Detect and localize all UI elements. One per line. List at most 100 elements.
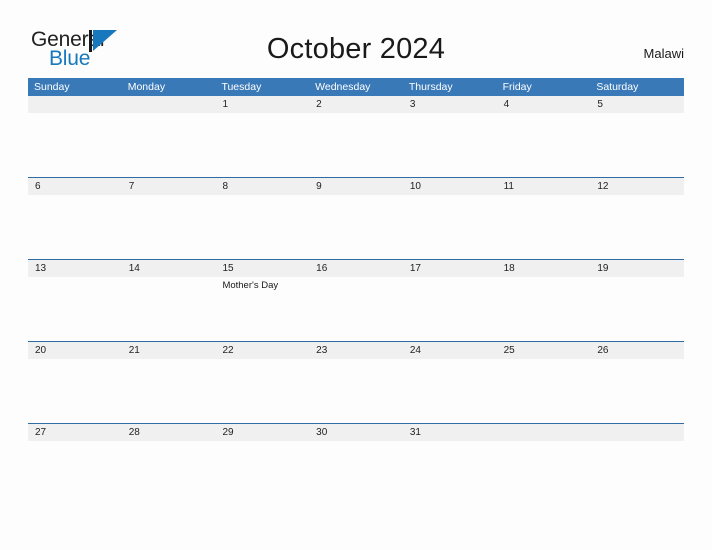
day-event-label: Mother's Day	[222, 280, 279, 291]
week-date-strip: 13 14 15 16 17 18 19	[28, 260, 684, 277]
day-number[interactable]: 5	[590, 96, 684, 113]
day-number[interactable]: 28	[122, 424, 216, 441]
calendar-grid: Sunday Monday Tuesday Wednesday Thursday…	[28, 78, 684, 505]
day-cell[interactable]	[309, 277, 403, 341]
calendar-page: General Blue October 2024 Malawi Sunday …	[0, 0, 712, 550]
day-number[interactable]: 13	[28, 260, 122, 277]
day-cell[interactable]	[497, 113, 591, 177]
day-number[interactable]: 18	[497, 260, 591, 277]
day-number[interactable]: 29	[215, 424, 309, 441]
day-cell[interactable]	[403, 113, 497, 177]
day-cell[interactable]	[403, 441, 497, 505]
day-cell[interactable]	[403, 195, 497, 259]
day-cell[interactable]	[28, 441, 122, 505]
day-cell[interactable]	[28, 359, 122, 423]
week-event-strip	[28, 441, 684, 505]
day-cell[interactable]	[497, 359, 591, 423]
day-cell[interactable]	[403, 359, 497, 423]
day-number[interactable]: 27	[28, 424, 122, 441]
day-number[interactable]: 15	[215, 260, 309, 277]
day-cell[interactable]	[215, 195, 309, 259]
weekday-header-sunday: Sunday	[34, 81, 70, 93]
day-number[interactable]: 2	[309, 96, 403, 113]
day-number-empty	[122, 96, 216, 113]
day-cell[interactable]	[122, 113, 216, 177]
day-cell[interactable]	[309, 113, 403, 177]
day-cell[interactable]	[309, 441, 403, 505]
day-number[interactable]: 6	[28, 178, 122, 195]
calendar-week-row: 6 7 8 9 10 11 12	[28, 177, 684, 259]
page-header: General Blue October 2024 Malawi	[0, 0, 712, 78]
weekday-header-friday: Friday	[502, 81, 532, 93]
calendar-weeks: 1 2 3 4 5 6 7 8 9 10 11 12 13 14 15 16 17 18 19 Mother's Da…	[28, 96, 684, 505]
week-date-strip: 20 21 22 23 24 25 26	[28, 342, 684, 359]
day-number[interactable]: 24	[403, 342, 497, 359]
day-number[interactable]: 3	[403, 96, 497, 113]
day-number[interactable]: 10	[403, 178, 497, 195]
day-number[interactable]: 14	[122, 260, 216, 277]
week-event-strip	[28, 359, 684, 423]
day-cell[interactable]	[215, 113, 309, 177]
day-cell[interactable]	[497, 195, 591, 259]
week-date-strip: 12345	[28, 96, 684, 113]
week-event-strip	[28, 113, 684, 177]
day-number-empty	[590, 424, 684, 441]
country-label: Malawi	[643, 46, 684, 61]
page-title: October 2024	[266, 33, 446, 65]
day-number[interactable]: 31	[403, 424, 497, 441]
day-cell[interactable]	[590, 113, 684, 177]
day-cell[interactable]	[122, 277, 216, 341]
day-cell[interactable]	[28, 113, 122, 177]
day-number[interactable]: 17	[403, 260, 497, 277]
weekday-header-tuesday: Tuesday	[221, 81, 262, 93]
week-date-strip: 27 28 29 30 31	[28, 424, 684, 441]
day-cell[interactable]	[497, 277, 591, 341]
weekday-header-row: Sunday Monday Tuesday Wednesday Thursday…	[28, 78, 684, 96]
day-cell[interactable]	[590, 195, 684, 259]
day-number[interactable]: 23	[309, 342, 403, 359]
day-number[interactable]: 25	[497, 342, 591, 359]
calendar-week-row: 13 14 15 16 17 18 19 Mother's Day	[28, 259, 684, 341]
weekday-header-saturday: Saturday	[596, 81, 639, 93]
day-cell[interactable]	[215, 359, 309, 423]
day-number[interactable]: 19	[590, 260, 684, 277]
day-number[interactable]: 21	[122, 342, 216, 359]
day-cell[interactable]	[28, 195, 122, 259]
day-cell[interactable]	[590, 359, 684, 423]
day-number[interactable]: 9	[309, 178, 403, 195]
day-number[interactable]: 12	[590, 178, 684, 195]
day-number-empty	[28, 96, 122, 113]
calendar-week-row: 20 21 22 23 24 25 26	[28, 341, 684, 423]
week-date-strip: 6 7 8 9 10 11 12	[28, 178, 684, 195]
day-cell[interactable]	[403, 277, 497, 341]
week-event-strip	[28, 195, 684, 259]
day-number-empty	[497, 424, 591, 441]
day-number[interactable]: 11	[497, 178, 591, 195]
week-event-strip: Mother's Day	[28, 277, 684, 341]
day-number[interactable]: 7	[122, 178, 216, 195]
day-number[interactable]: 30	[309, 424, 403, 441]
weekday-header-wednesday: Wednesday	[315, 81, 371, 93]
day-cell[interactable]: Mother's Day	[215, 277, 309, 341]
day-cell[interactable]	[309, 195, 403, 259]
day-number[interactable]: 20	[28, 342, 122, 359]
weekday-header-monday: Monday	[127, 81, 166, 93]
day-number[interactable]: 22	[215, 342, 309, 359]
calendar-week-row: 12345	[28, 96, 684, 177]
calendar-week-row: 27 28 29 30 31	[28, 423, 684, 505]
day-number[interactable]: 8	[215, 178, 309, 195]
day-cell[interactable]	[28, 277, 122, 341]
day-cell[interactable]	[122, 195, 216, 259]
day-number[interactable]: 4	[497, 96, 591, 113]
day-cell[interactable]	[590, 441, 684, 505]
day-cell[interactable]	[122, 441, 216, 505]
day-number[interactable]: 26	[590, 342, 684, 359]
day-cell[interactable]	[309, 359, 403, 423]
day-cell[interactable]	[497, 441, 591, 505]
day-cell[interactable]	[215, 441, 309, 505]
weekday-header-thursday: Thursday	[408, 81, 453, 93]
day-cell[interactable]	[590, 277, 684, 341]
day-number[interactable]: 1	[215, 96, 309, 113]
day-number[interactable]: 16	[309, 260, 403, 277]
day-cell[interactable]	[122, 359, 216, 423]
